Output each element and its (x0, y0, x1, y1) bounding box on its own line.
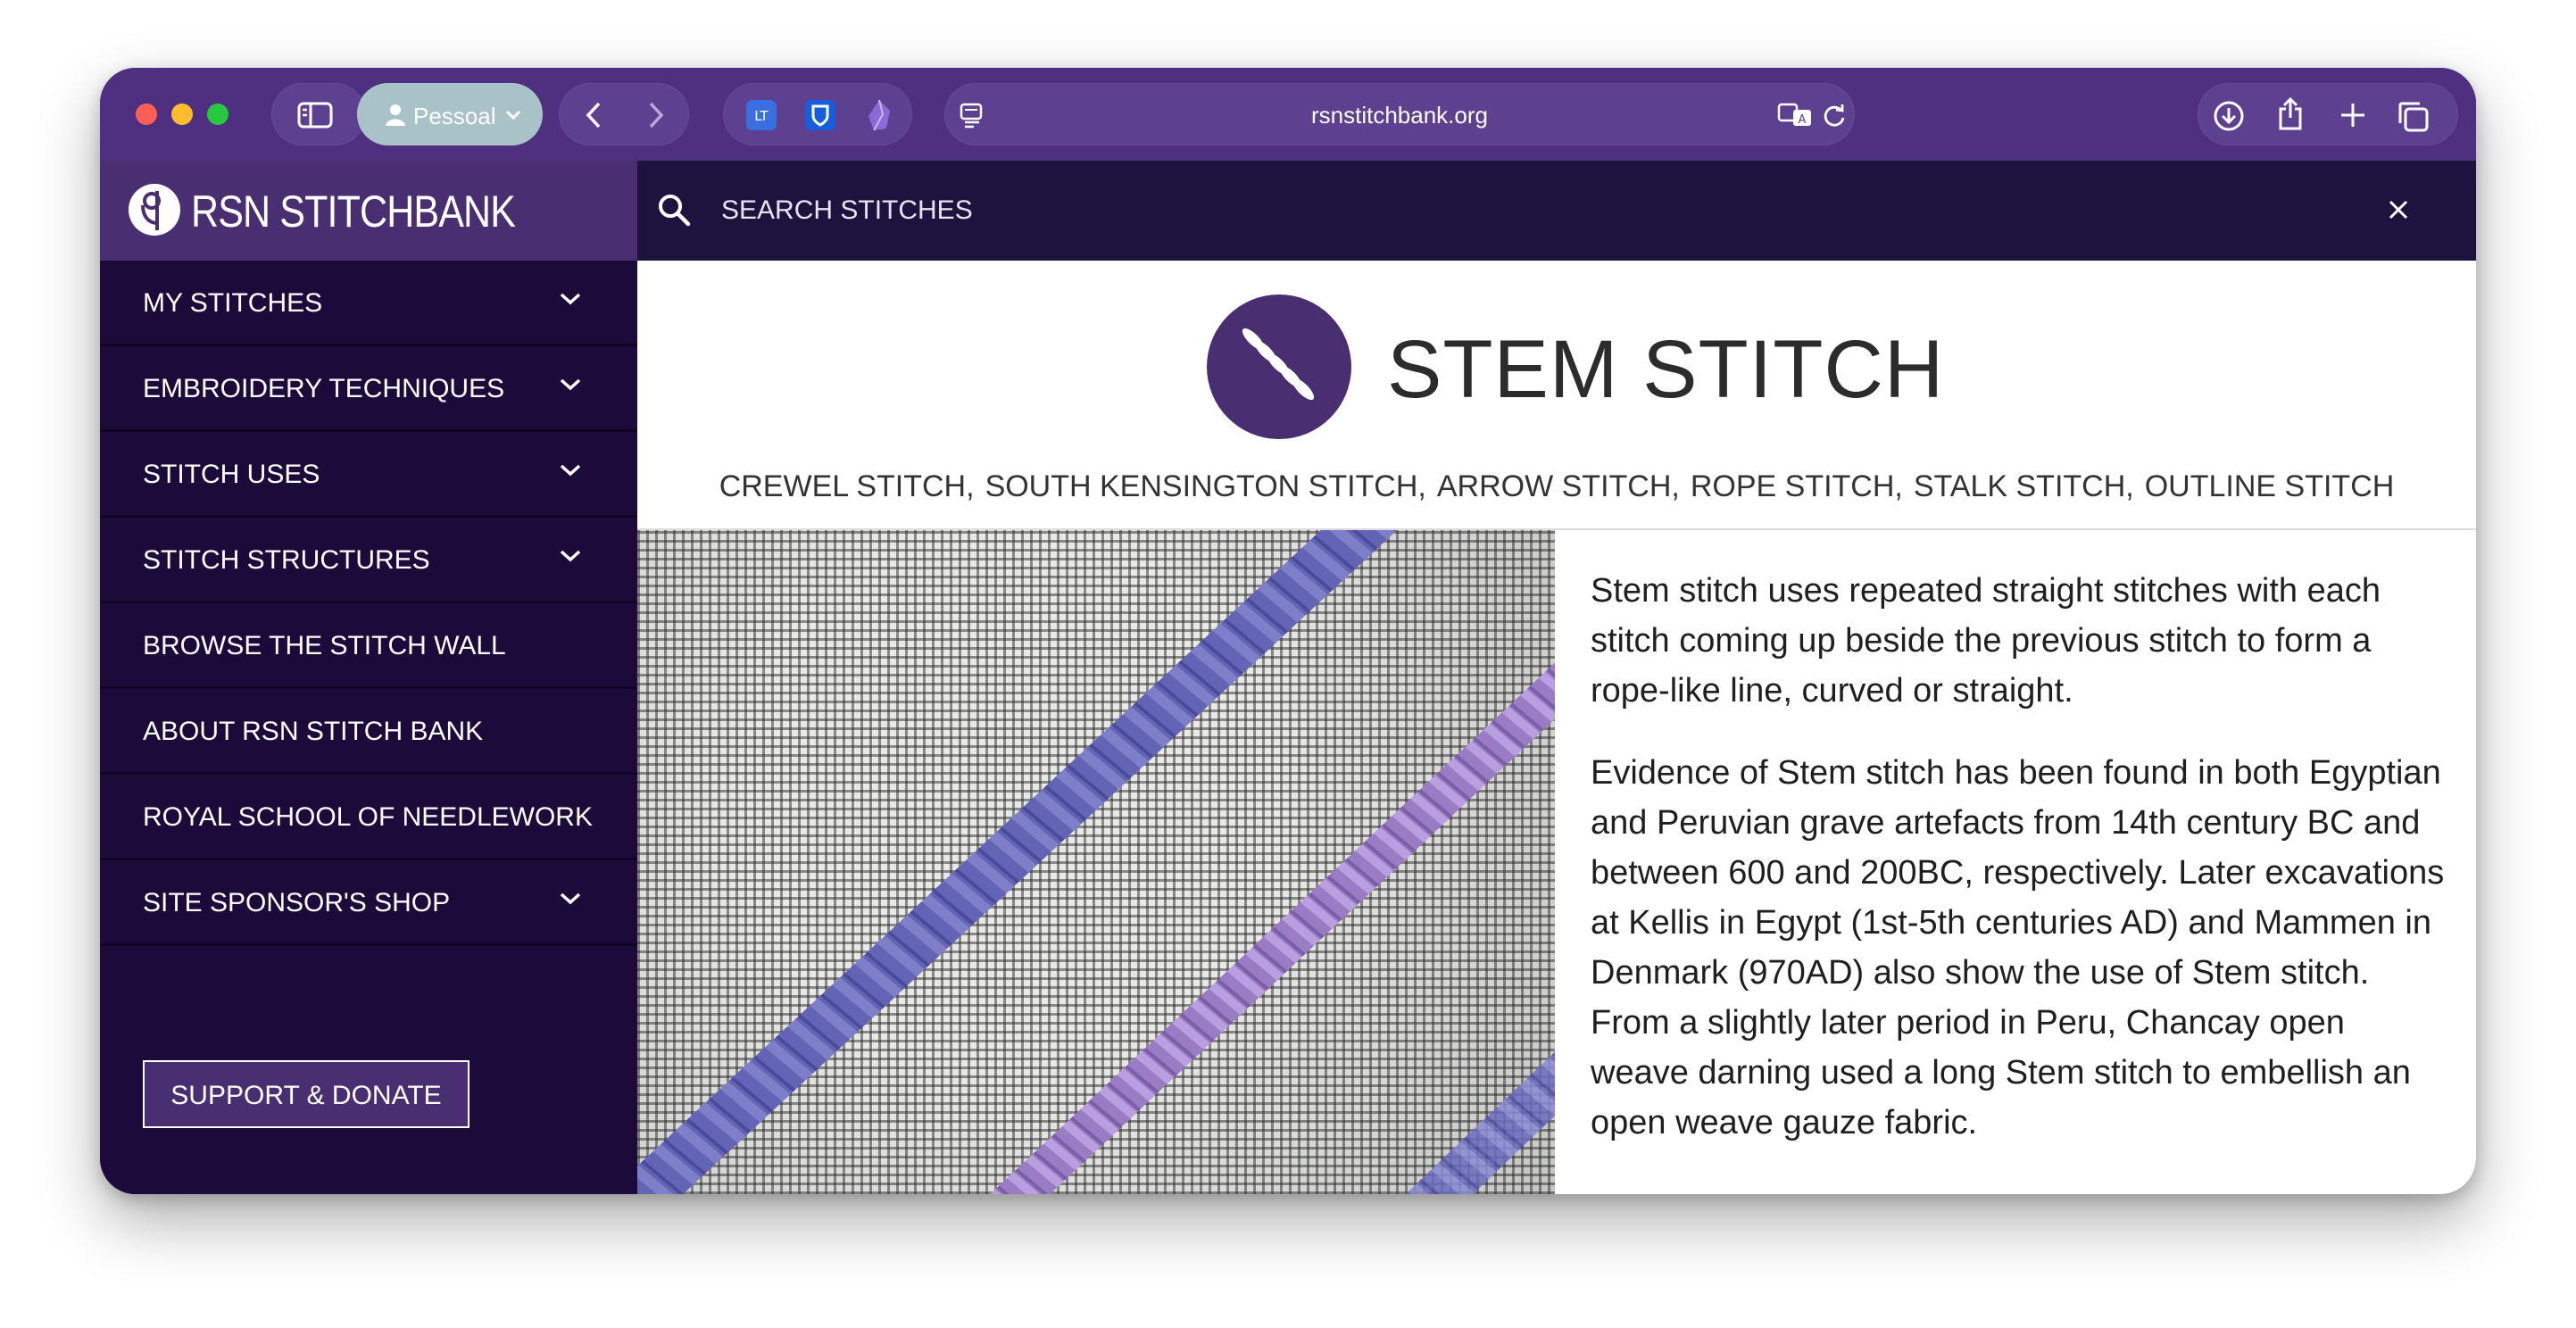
forward-arrow-icon[interactable] (647, 102, 665, 129)
sidebar-item-label: STITCH STRUCTURES (143, 545, 430, 575)
sidebar-item-label: STITCH USES (143, 460, 320, 489)
logo-text: RSN STITCHBANK (191, 187, 516, 237)
close-icon[interactable] (2387, 198, 2410, 221)
password-manager-icon[interactable] (804, 99, 836, 131)
sidebar-icon (297, 102, 333, 129)
alternate-name[interactable]: SOUTH KENSINGTON STITCH, (985, 469, 1426, 503)
sidebar-item-label: BROWSE THE STITCH WALL (143, 631, 506, 660)
alternate-name[interactable]: ROPE STITCH, (1691, 469, 1903, 503)
url-text: rsnstitchbank.org (1311, 102, 1488, 129)
site-logo[interactable]: RSN STITCHBANK (100, 161, 637, 261)
stitch-page: STEM STITCH CREWEL STITCH, SOUTH KENSINGT… (637, 261, 2476, 1194)
navigation-buttons (559, 83, 689, 145)
sidebar-item-label: MY STITCHES (143, 288, 323, 318)
person-icon (386, 104, 405, 126)
alternate-name[interactable]: ARROW STITCH, (1437, 469, 1680, 503)
downloads-icon[interactable] (2213, 100, 2245, 132)
sidebar-item-about-rsn-stitch-bank[interactable]: ABOUT RSN STITCH BANK (100, 689, 637, 775)
chevron-down-icon[interactable] (559, 377, 582, 393)
sidebar-toggle-button[interactable] (271, 83, 366, 145)
stitch-title: STEM STITCH (1387, 324, 1945, 415)
sidebar-item-embroidery-techniques[interactable]: EMBROIDERY TECHNIQUES (100, 346, 637, 432)
donate-label: SUPPORT & DONATE (170, 1081, 442, 1110)
svg-text:A: A (1799, 113, 1807, 127)
sidebar-item-stitch-uses[interactable]: STITCH USES (100, 432, 637, 518)
sidebar-item-my-stitches[interactable]: MY STITCHES (100, 261, 637, 346)
sidebar-item-label: SITE SPONSOR'S SHOP (143, 888, 451, 917)
browser-toolbar: Pessoal LT rsnstitchbank.org A (100, 68, 2476, 161)
stitch-description: Stem stitch uses repeated straight stitc… (1591, 566, 2447, 1180)
translate-page-icon[interactable]: A (1777, 102, 1813, 129)
translate-extension-icon[interactable]: LT (745, 99, 777, 131)
svg-text:LT: LT (754, 108, 769, 124)
extensions-group: LT (723, 83, 912, 145)
reload-icon[interactable] (1822, 102, 1847, 129)
description-paragraph: Stem stitch uses repeated straight stitc… (1591, 572, 2381, 710)
profile-button[interactable]: Pessoal (357, 83, 543, 145)
minimize-window-button[interactable] (171, 104, 193, 125)
alternate-name[interactable]: OUTLINE STITCH (2145, 469, 2395, 503)
profile-label: Pessoal (413, 103, 496, 129)
rsn-logo-icon (129, 184, 180, 236)
stitch-photo (637, 530, 1555, 1194)
sidebar-item-label: EMBROIDERY TECHNIQUES (143, 374, 505, 403)
search-icon (659, 195, 691, 227)
alternate-name[interactable]: STALK STITCH, (1914, 469, 2134, 503)
sidebar-item-label: ABOUT RSN STITCH BANK (143, 717, 484, 746)
close-window-button[interactable] (136, 104, 157, 125)
back-arrow-icon[interactable] (585, 102, 602, 129)
sidebar-item-label: ROYAL SCHOOL OF NEEDLEWORK (143, 802, 593, 832)
share-icon[interactable] (2277, 96, 2304, 132)
sidebar-item-site-sponsor-s-shop[interactable]: SITE SPONSOR'S SHOP (100, 860, 637, 946)
support-donate-button[interactable]: SUPPORT & DONATE (143, 1060, 469, 1128)
browser-window: Pessoal LT rsnstitchbank.org A RSN STITC… (100, 68, 2476, 1194)
alternate-names: CREWEL STITCH, SOUTH KENSINGTON STITCH, AR… (637, 469, 2476, 504)
new-tab-plus-icon[interactable] (2339, 102, 2366, 129)
sidebar-item-browse-the-stitch-wall[interactable]: BROWSE THE STITCH WALL (100, 603, 637, 689)
sidebar-item-royal-school-of-needlework[interactable]: ROYAL SCHOOL OF NEEDLEWORK (100, 775, 637, 860)
search-input[interactable] (721, 191, 2239, 230)
chevron-down-icon[interactable] (559, 548, 582, 564)
description-paragraph: Evidence of Stem stitch has been found i… (1591, 754, 2445, 1141)
zoom-window-button[interactable] (207, 104, 229, 125)
chevron-down-icon[interactable] (559, 891, 582, 907)
chevron-down-icon[interactable] (559, 291, 582, 307)
search-bar (637, 161, 2476, 261)
sidebar-item-stitch-structures[interactable]: STITCH STRUCTURES (100, 518, 637, 603)
site-sidebar: RSN STITCHBANK MY STITCHES EMBROIDERY TEC… (100, 161, 637, 1194)
stitch-photo-threads (637, 530, 1555, 1194)
alternate-name[interactable]: CREWEL STITCH, (719, 469, 975, 503)
stitch-badge (1207, 295, 1351, 439)
tab-overview-icon[interactable] (2397, 100, 2429, 132)
toolbar-actions (2198, 83, 2458, 145)
chevron-down-icon[interactable] (559, 462, 582, 478)
obsidian-extension-icon[interactable] (863, 98, 895, 132)
address-bar[interactable]: rsnstitchbank.org A (944, 83, 1855, 145)
chevron-down-icon (505, 110, 521, 120)
stem-stitch-icon (1242, 328, 1315, 401)
